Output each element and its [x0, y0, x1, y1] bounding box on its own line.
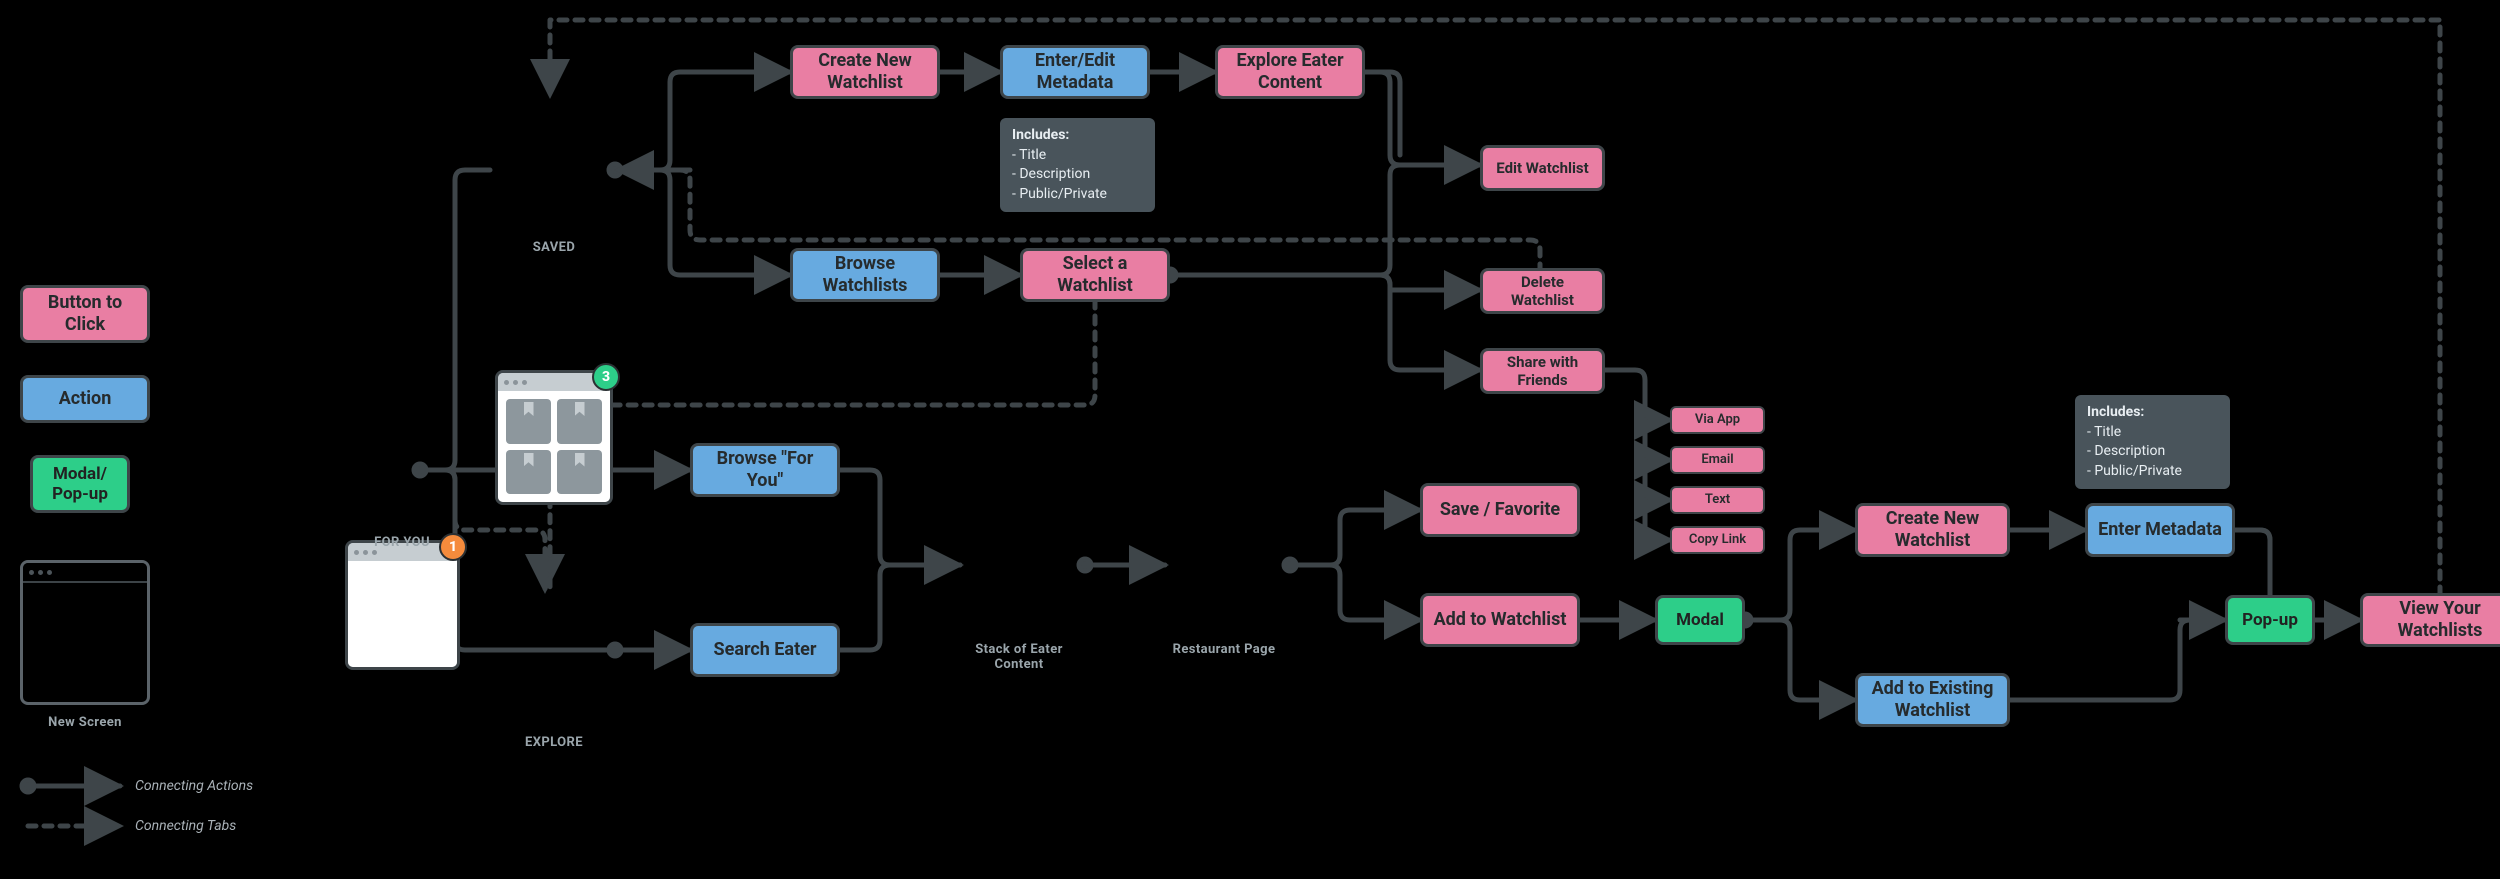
- bookmark-icon: [575, 402, 585, 416]
- includes-box-right: Includes: - Title - Description - Public…: [2075, 395, 2230, 489]
- screen-saved[interactable]: 3: [495, 370, 613, 505]
- add-to-watchlist-button[interactable]: Add to Watchlist: [1420, 593, 1580, 647]
- delete-watchlist-button[interactable]: Delete Watchlist: [1480, 268, 1605, 314]
- add-to-existing-watchlist-action[interactable]: Add to Existing Watchlist: [1855, 673, 2010, 727]
- saved-tile-icon: [557, 450, 602, 495]
- search-eater-action[interactable]: Search Eater: [690, 623, 840, 677]
- select-a-watchlist-button[interactable]: Select a Watchlist: [1020, 248, 1170, 302]
- saved-tile-icon: [506, 450, 551, 495]
- legend-action: Action: [20, 375, 150, 423]
- create-new-watchlist-right-button[interactable]: Create New Watchlist: [1855, 503, 2010, 557]
- legend-button-label: Button to Click: [33, 292, 137, 335]
- includes-item: - Public/Private: [2087, 462, 2218, 482]
- legend-button-to-click: Button to Click: [20, 285, 150, 343]
- legend-modal-label: Modal/ Pop-up: [52, 464, 108, 505]
- legend-action-label: Action: [59, 388, 112, 410]
- browse-for-you-action[interactable]: Browse "For You": [690, 443, 840, 497]
- includes-item: - Description: [2087, 442, 2218, 462]
- includes-item: - Title: [2087, 423, 2218, 443]
- bookmark-icon: [575, 453, 585, 467]
- explore-eater-content-button[interactable]: Explore Eater Content: [1215, 45, 1365, 99]
- caption-stack: Stack of Eater Content: [954, 642, 1084, 672]
- includes-item: - Title: [1012, 146, 1143, 166]
- enter-metadata-action[interactable]: Enter Metadata: [2085, 503, 2235, 557]
- legend-connecting-tabs: Connecting Tabs: [135, 818, 236, 834]
- legend-connecting-actions: Connecting Actions: [135, 778, 253, 794]
- includes-item: - Public/Private: [1012, 185, 1143, 205]
- includes-heading: Includes:: [2087, 403, 2218, 423]
- legend-new-screen: [20, 560, 150, 705]
- share-email-button[interactable]: Email: [1670, 446, 1765, 474]
- legend-modal: Modal/ Pop-up: [30, 455, 130, 513]
- badge-saved: 3: [592, 363, 620, 391]
- edit-watchlist-button[interactable]: Edit Watchlist: [1480, 145, 1605, 191]
- share-text-button[interactable]: Text: [1670, 486, 1765, 514]
- saved-tile-icon: [506, 399, 551, 444]
- browse-watchlists-action[interactable]: Browse Watchlists: [790, 248, 940, 302]
- legend-new-screen-caption: New Screen: [48, 715, 122, 730]
- includes-item: - Description: [1012, 165, 1143, 185]
- caption-saved: SAVED: [533, 240, 575, 255]
- share-with-friends-button[interactable]: Share with Friends: [1480, 348, 1605, 394]
- view-your-watchlists-button[interactable]: View Your Watchlists: [2360, 593, 2500, 647]
- badge-for-you: 1: [439, 533, 467, 561]
- enter-edit-metadata-action[interactable]: Enter/Edit Metadata: [1000, 45, 1150, 99]
- share-via-app-button[interactable]: Via App: [1670, 406, 1765, 434]
- popup-box[interactable]: Pop-up: [2225, 595, 2315, 645]
- share-copy-link-button[interactable]: Copy Link: [1670, 526, 1765, 554]
- create-new-watchlist-button[interactable]: Create New Watchlist: [790, 45, 940, 99]
- caption-for-you: FOR YOU: [374, 535, 430, 550]
- includes-heading: Includes:: [1012, 126, 1143, 146]
- bookmark-icon: [524, 402, 534, 416]
- screen-for-you[interactable]: 1: [345, 540, 460, 670]
- saved-tile-icon: [557, 399, 602, 444]
- bookmark-icon: [524, 453, 534, 467]
- includes-box-top: Includes: - Title - Description - Public…: [1000, 118, 1155, 212]
- caption-restaurant: Restaurant Page: [1173, 642, 1276, 657]
- modal-box[interactable]: Modal: [1655, 595, 1745, 645]
- caption-explore: EXPLORE: [525, 735, 583, 750]
- save-favorite-button[interactable]: Save / Favorite: [1420, 483, 1580, 537]
